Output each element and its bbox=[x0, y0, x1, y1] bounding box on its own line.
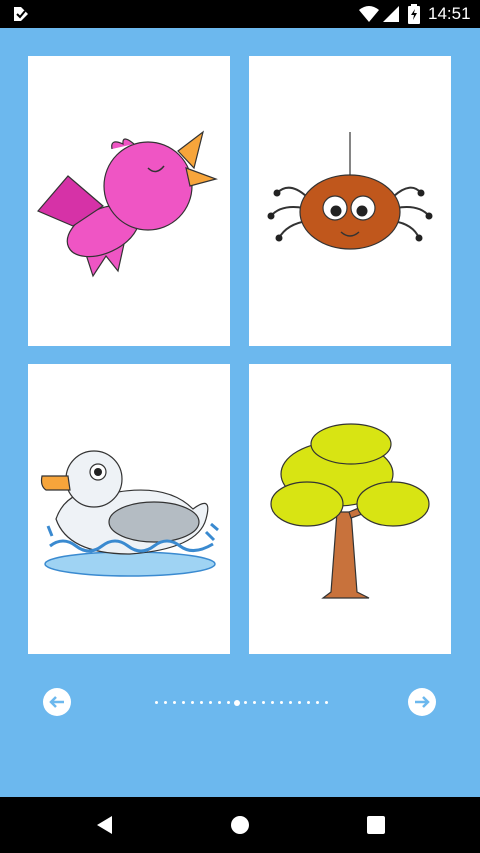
page-dot bbox=[190, 701, 194, 704]
page-dot bbox=[244, 701, 248, 704]
page-dot bbox=[316, 701, 320, 704]
system-nav-bar bbox=[0, 797, 480, 853]
page-dot bbox=[155, 701, 158, 704]
spider-icon bbox=[267, 132, 433, 250]
page-dot bbox=[181, 701, 185, 704]
page-indicator bbox=[155, 700, 328, 706]
recents-icon[interactable] bbox=[364, 813, 388, 837]
page-dot bbox=[163, 701, 167, 704]
page-dot bbox=[298, 701, 302, 704]
battery-charging-icon bbox=[408, 4, 420, 24]
bird-card[interactable] bbox=[28, 56, 230, 346]
next-page-button[interactable] bbox=[408, 688, 436, 716]
signal-icon bbox=[383, 6, 399, 22]
bird-icon bbox=[37, 130, 218, 278]
status-bar: 14:51 bbox=[0, 0, 480, 28]
spider-card[interactable] bbox=[249, 56, 451, 346]
page-dot bbox=[307, 701, 311, 704]
page-dot bbox=[253, 701, 257, 704]
home-icon[interactable] bbox=[228, 813, 252, 837]
wifi-icon bbox=[359, 6, 379, 22]
page-dot bbox=[172, 701, 176, 704]
duck-card[interactable] bbox=[28, 364, 230, 654]
arrow-left-icon bbox=[49, 696, 64, 708]
page-dot bbox=[208, 701, 212, 704]
arrow-right-icon bbox=[415, 696, 430, 708]
status-time: 14:51 bbox=[428, 4, 471, 23]
page-dot bbox=[280, 701, 284, 704]
tree-card[interactable] bbox=[249, 364, 451, 654]
page-dot bbox=[289, 701, 293, 704]
page-dot bbox=[271, 701, 275, 704]
tree-icon bbox=[270, 423, 430, 599]
page-dot bbox=[262, 701, 266, 704]
page-dot bbox=[325, 701, 328, 704]
page-dot bbox=[217, 701, 221, 704]
back-icon[interactable] bbox=[93, 813, 117, 837]
app-notification-icon bbox=[14, 7, 28, 21]
page-dot-active bbox=[234, 700, 241, 706]
previous-page-button[interactable] bbox=[43, 688, 71, 716]
duck-icon bbox=[40, 450, 219, 577]
page-dot bbox=[199, 701, 203, 704]
page-dot bbox=[226, 701, 230, 704]
